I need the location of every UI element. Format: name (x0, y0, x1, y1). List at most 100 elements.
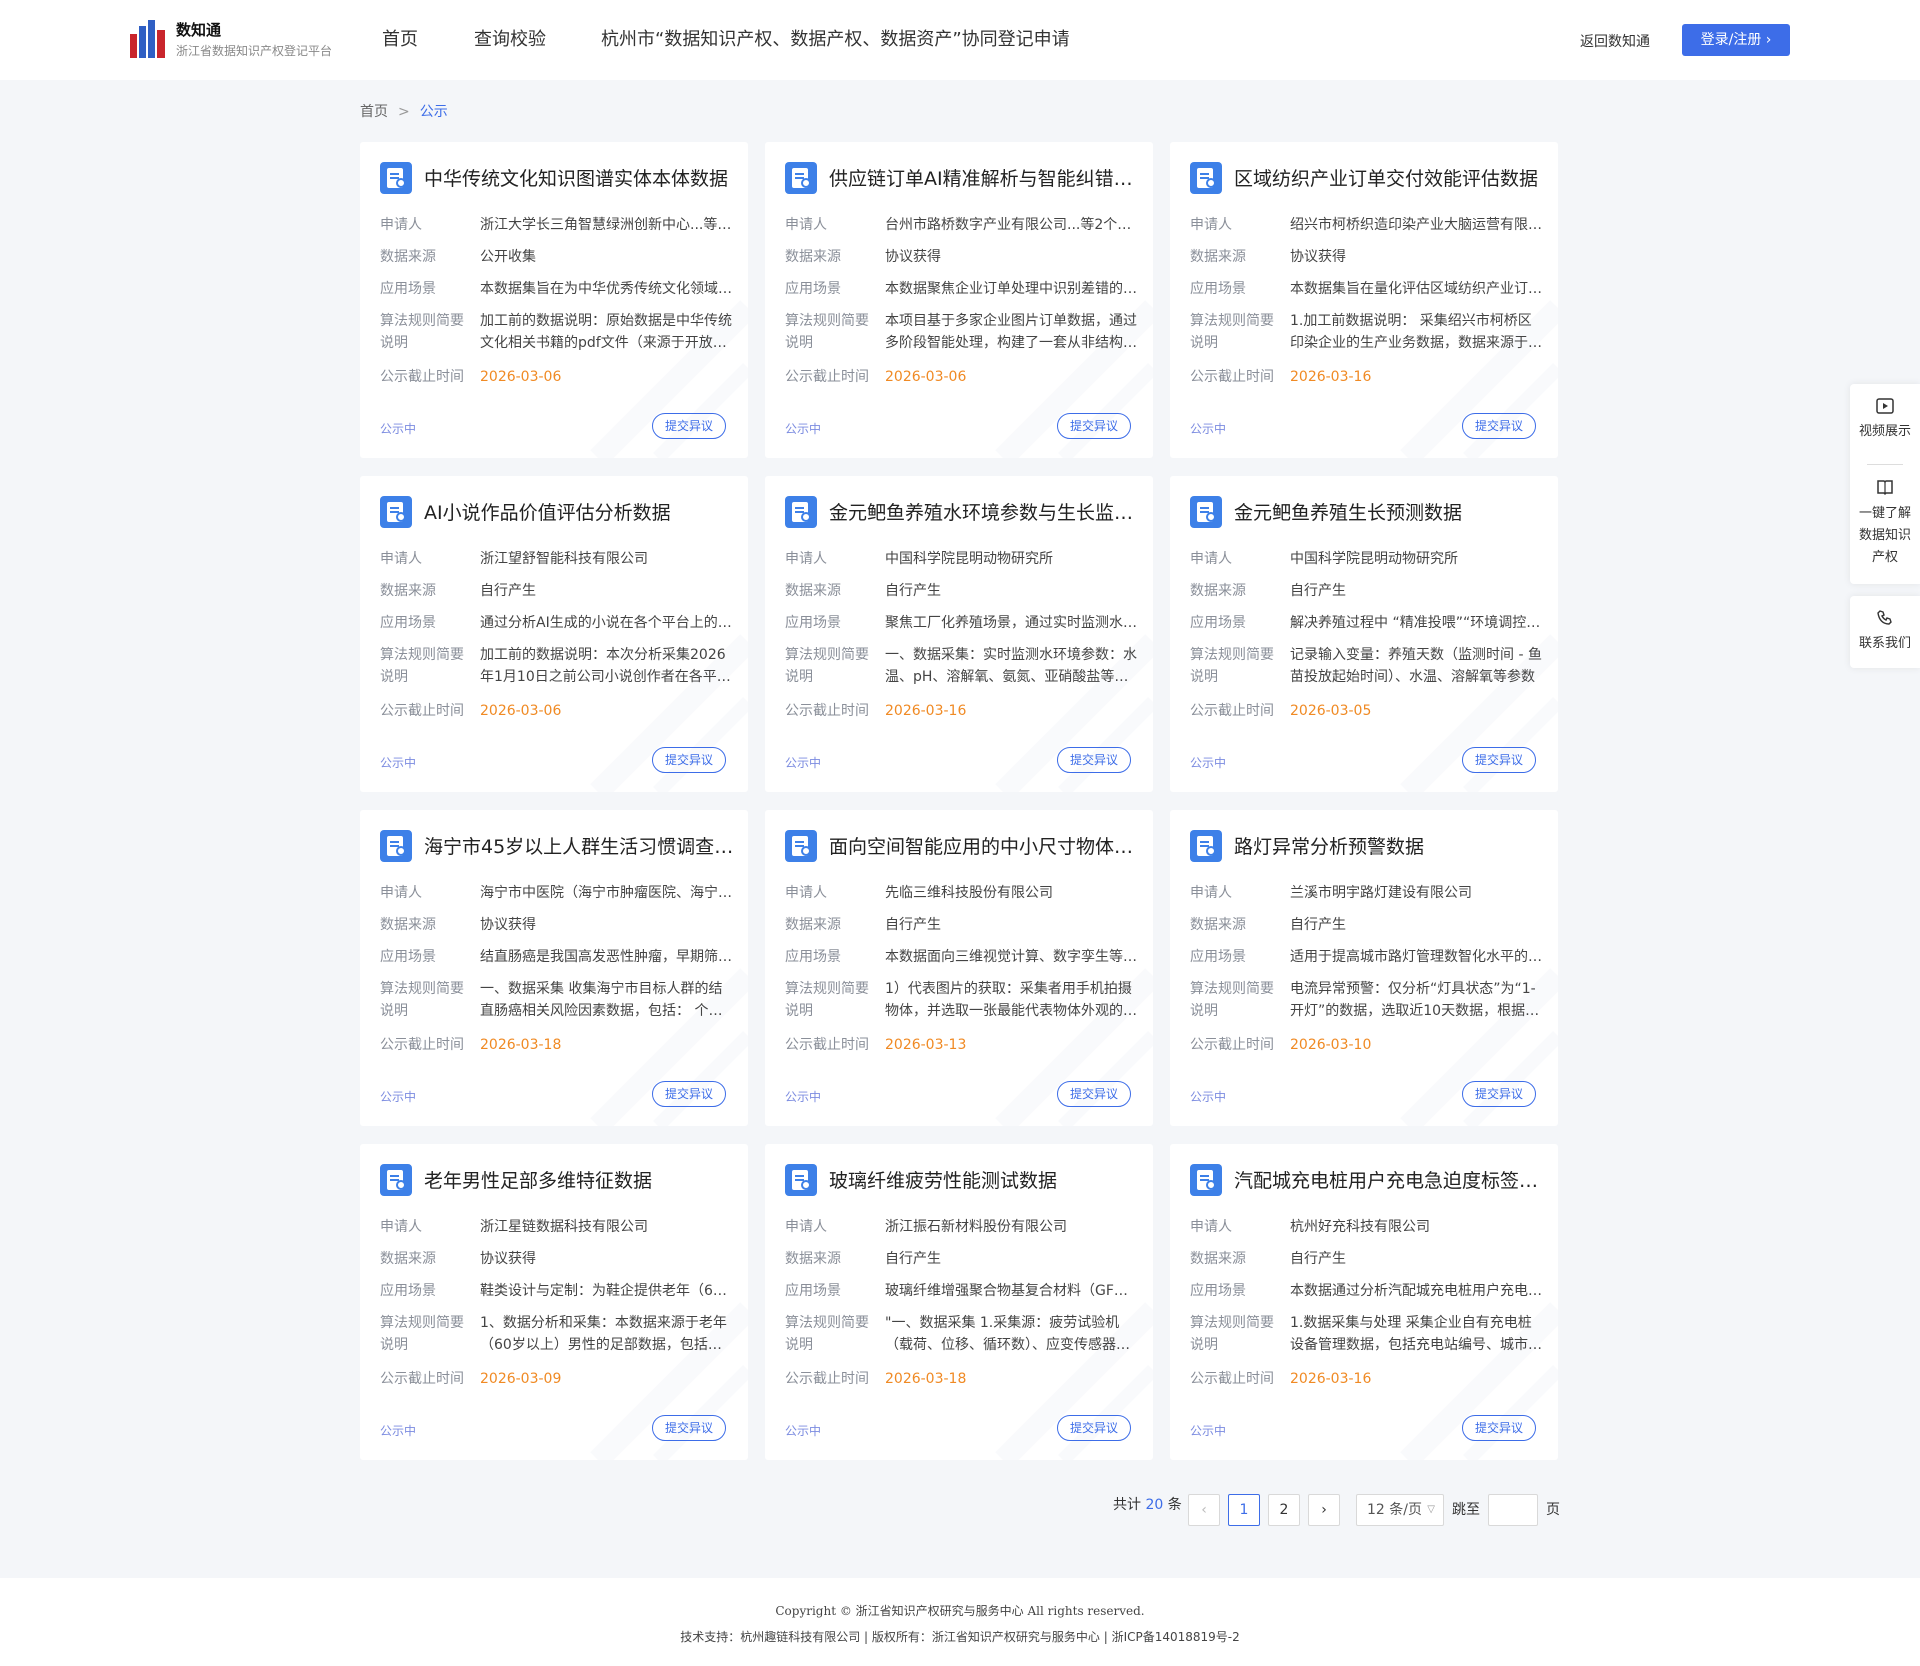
source-label: 数据来源 (380, 1251, 436, 1267)
source-value: 自行产生 (885, 583, 941, 599)
publicity-card[interactable]: 路灯异常分析预警数据 申请人 兰溪市明宇路灯建设有限公司 数据来源 自行产生 应用场景 适用… (1170, 810, 1558, 1126)
card-title[interactable]: 金元鲃鱼养殖水环境参数与生长监测数据 (829, 500, 1141, 526)
publicity-card[interactable]: AI小说作品价值评估分析数据 申请人 浙江望舒智能科技有限公司 数据来源 自行产生 应用场… (360, 476, 748, 792)
card-title[interactable]: AI小说作品价值评估分析数据 (424, 500, 736, 526)
applicant-value: 绍兴市柯桥织造印染产业大脑运营有限公司 (1290, 217, 1542, 233)
source-value: 自行产生 (1290, 917, 1346, 933)
document-search-icon (380, 496, 412, 528)
publicity-card[interactable]: 供应链订单AI精准解析与智能纠错数据 申请人 台州市路桥数字产业有限公司...等2个… (765, 142, 1153, 458)
applicant-value: 先临三维科技股份有限公司 (885, 885, 1053, 901)
card-title[interactable]: 老年男性足部多维特征数据 (424, 1168, 736, 1194)
deadline-label: 公示截止时间 (1190, 1037, 1274, 1053)
card-title[interactable]: 供应链订单AI精准解析与智能纠错数据 (829, 166, 1141, 192)
login-label: 登录/注册 (1700, 32, 1762, 48)
submit-objection-button[interactable]: 提交异议 (652, 747, 726, 773)
submit-objection-button[interactable]: 提交异议 (1057, 747, 1131, 773)
book-icon (1877, 480, 1893, 496)
publicity-card[interactable]: 金元鲃鱼养殖水环境参数与生长监测数据 申请人 中国科学院昆明动物研究所 数据来源 自行产… (765, 476, 1153, 792)
status-badge: 公示中 (1190, 756, 1227, 770)
learn-ip-button[interactable]: 一键了解数据知识产权 (1850, 465, 1920, 569)
source-value: 协议获得 (885, 249, 941, 265)
applicant-label: 申请人 (380, 551, 422, 567)
logo-icon[interactable] (130, 20, 166, 58)
scenario-label: 应用场景 (1190, 1283, 1246, 1299)
back-link[interactable]: 返回数知通 (1580, 31, 1650, 51)
applicant-label: 申请人 (380, 217, 422, 233)
submit-objection-button[interactable]: 提交异议 (1057, 1081, 1131, 1107)
prev-page-button[interactable]: ‹ (1188, 1494, 1220, 1526)
submit-objection-button[interactable]: 提交异议 (1462, 1415, 1536, 1441)
nav-item-home[interactable]: 首页 (382, 0, 418, 80)
nav-item-query[interactable]: 查询校验 (474, 0, 546, 80)
video-showcase-button[interactable]: 视频展示 (1850, 384, 1920, 464)
submit-objection-button[interactable]: 提交异议 (1057, 413, 1131, 439)
document-search-icon (1190, 830, 1222, 862)
deadline-value: 2026-03-06 (480, 369, 562, 385)
applicant-value: 浙江大学长三角智慧绿洲创新中心...等2个申请人 (480, 217, 732, 233)
nav-item-collab-registration[interactable]: 杭州市“数据知识产权、数据产权、数据资产”协同登记申请 (601, 0, 1070, 80)
publicity-card[interactable]: 面向空间智能应用的中小尺寸物体三维数据申请人 先临三维科技股份有限公司数据来源 自行… (765, 810, 1153, 1126)
submit-objection-button[interactable]: 提交异议 (652, 1081, 726, 1107)
login-button[interactable]: 登录/注册 › (1682, 24, 1790, 56)
source-label: 数据来源 (785, 583, 841, 599)
publicity-card[interactable]: 老年男性足部多维特征数据 申请人 浙江星链数据科技有限公司 数据来源 协议获得 应用场景 鞋… (360, 1144, 748, 1460)
applicant-value: 海宁市中医院（海宁市肿瘤医院、海宁市中西医结合医院） (480, 885, 732, 901)
document-search-icon (380, 830, 412, 862)
publicity-card[interactable]: 玻璃纤维疲劳性能测试数据 申请人 浙江振石新材料股份有限公司 数据来源 自行产生 应用场景… (765, 1144, 1153, 1460)
card-title[interactable]: 路灯异常分析预警数据 (1234, 834, 1546, 860)
deadline-label: 公示截止时间 (380, 1037, 464, 1053)
float-panel-contact: 联系我们 (1850, 596, 1920, 668)
card-title[interactable]: 海宁市45岁以上人群生活习惯调查数据 (424, 834, 736, 860)
page-size-select[interactable]: 12 条/页 ▽ (1356, 1494, 1444, 1526)
card-title[interactable]: 面向空间智能应用的中小尺寸物体三维数据 (829, 834, 1141, 860)
jump-page-input[interactable] (1488, 1494, 1538, 1526)
card-title[interactable]: 玻璃纤维疲劳性能测试数据 (829, 1168, 1141, 1194)
footer: Copyright © 浙江省知识产权研究与服务中心 All rights re… (0, 1578, 1920, 1666)
source-label: 数据来源 (1190, 583, 1246, 599)
source-value: 自行产生 (885, 1251, 941, 1267)
card-title[interactable]: 中华传统文化知识图谱实体本体数据 (424, 166, 736, 192)
algorithm-value: 本项目基于多家企业图片订单数据，通过多阶段智能处理，构建了一套从非结构化订单到结… (885, 313, 1137, 351)
next-page-button[interactable]: › (1308, 1494, 1340, 1526)
status-badge: 公示中 (785, 422, 822, 436)
document-search-icon (380, 1164, 412, 1196)
source-value: 自行产生 (1290, 583, 1346, 599)
algorithm-label: 算法规则简要 说明 (1190, 313, 1274, 351)
applicant-label: 申请人 (1190, 885, 1232, 901)
applicant-label: 申请人 (785, 551, 827, 567)
submit-objection-button[interactable]: 提交异议 (1462, 747, 1536, 773)
deadline-label: 公示截止时间 (785, 1371, 869, 1387)
publicity-card[interactable]: 中华传统文化知识图谱实体本体数据申请人 浙江大学长三角智慧绿洲创新中心...等2个… (360, 142, 748, 458)
video-label: 视频展示 (1858, 424, 1911, 439)
top-header: 数知通 浙江省数据知识产权登记平台 首页 查询校验 杭州市“数据知识产权、数据产… (0, 0, 1920, 80)
card-title[interactable]: 金元鲃鱼养殖生长预测数据 (1234, 500, 1546, 526)
submit-objection-button[interactable]: 提交异议 (652, 1415, 726, 1441)
submit-objection-button[interactable]: 提交异议 (1462, 413, 1536, 439)
algorithm-label: 算法规则简要 说明 (380, 981, 464, 1019)
card-title[interactable]: 汽配城充电桩用户充电急迫度标签数据 (1234, 1168, 1546, 1194)
contact-label: 联系我们 (1858, 636, 1911, 651)
publicity-card[interactable]: 海宁市45岁以上人群生活习惯调查数据申请人 海宁市中医院（海宁市肿瘤医院、海宁市中… (360, 810, 748, 1126)
scenario-label: 应用场景 (1190, 281, 1246, 297)
publicity-card[interactable]: 金元鲃鱼养殖生长预测数据 申请人 中国科学院昆明动物研究所 数据来源 自行产生 应用场景 解… (1170, 476, 1558, 792)
breadcrumb-home[interactable]: 首页 (360, 104, 388, 120)
chevron-right-icon: › (1321, 1502, 1327, 1518)
document-search-icon (380, 162, 412, 194)
submit-objection-button[interactable]: 提交异议 (652, 413, 726, 439)
submit-objection-button[interactable]: 提交异议 (1057, 1415, 1131, 1441)
document-search-icon (1190, 1164, 1222, 1196)
applicant-label: 申请人 (1190, 217, 1232, 233)
applicant-value: 中国科学院昆明动物研究所 (1290, 551, 1458, 567)
publicity-card[interactable]: 区域纺织产业订单交付效能评估数据 申请人 绍兴市柯桥织造印染产业大脑运营有限公司 数据… (1170, 142, 1558, 458)
status-badge: 公示中 (1190, 1424, 1227, 1438)
algorithm-value: 加工前的数据说明：原始数据是中华传统文化相关书籍的pdf文件（来源于开放的电子书… (480, 313, 732, 351)
page-1-button[interactable]: 1 (1228, 1494, 1260, 1526)
contact-us-button[interactable]: 联系我们 (1850, 596, 1920, 654)
page-2-button[interactable]: 2 (1268, 1494, 1300, 1526)
applicant-label: 申请人 (1190, 1219, 1232, 1235)
card-title[interactable]: 区域纺织产业订单交付效能评估数据 (1234, 166, 1546, 192)
submit-objection-button[interactable]: 提交异议 (1462, 1081, 1536, 1107)
algorithm-label: 算法规则简要 说明 (1190, 647, 1274, 685)
status-badge: 公示中 (380, 1090, 417, 1104)
publicity-card[interactable]: 汽配城充电桩用户充电急迫度标签数据 申请人 杭州好充科技有限公司 数据来源 自行产生 应用… (1170, 1144, 1558, 1460)
